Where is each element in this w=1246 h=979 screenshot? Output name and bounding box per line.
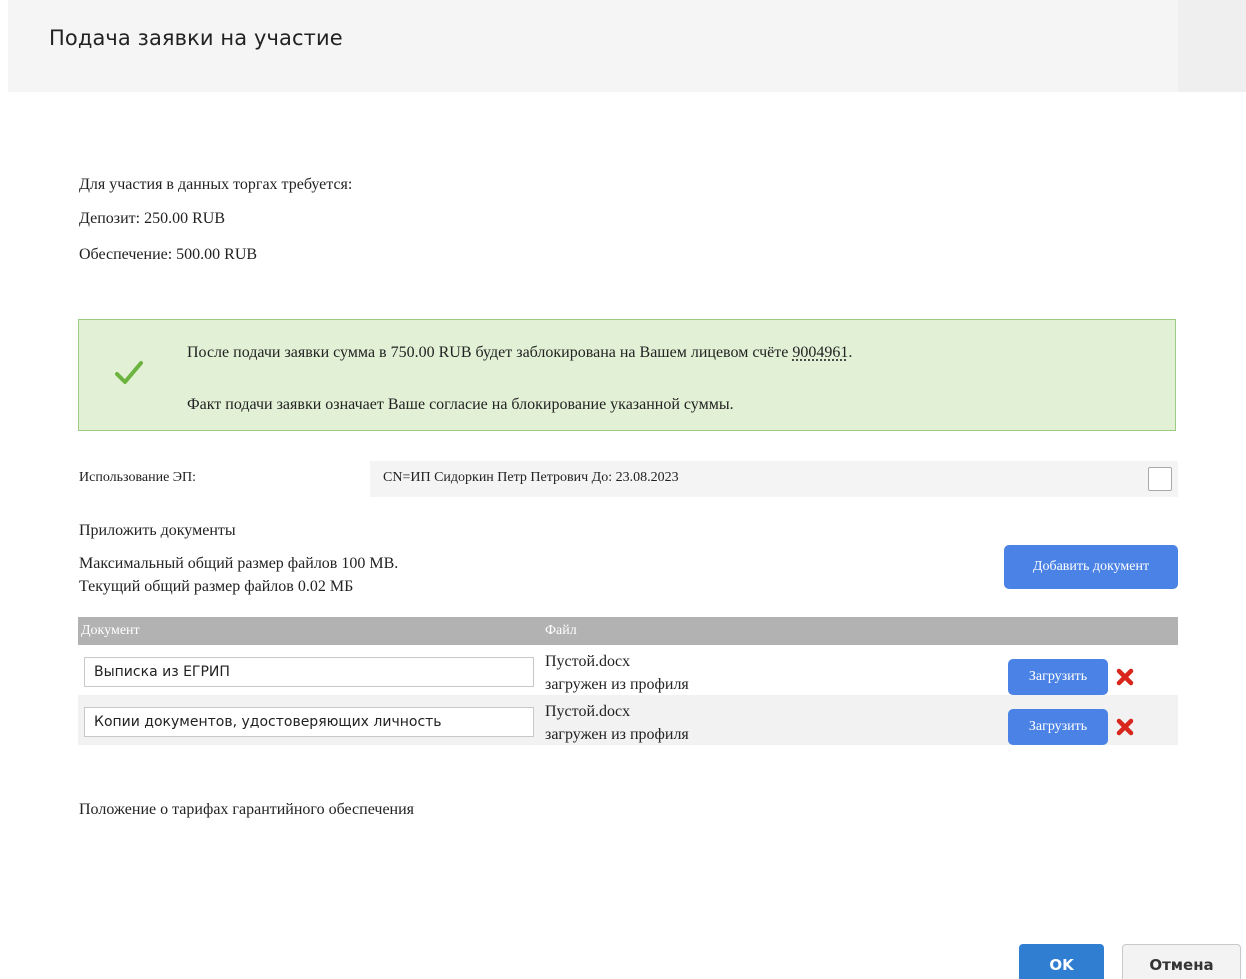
deposit-amount: Депозит: 250.00 RUB [79, 210, 225, 227]
table-row: Копии документов, удостоверяющих личност… [78, 695, 1178, 745]
signature-checkbox[interactable] [1148, 467, 1172, 491]
cancel-button[interactable]: Отмена [1122, 944, 1241, 979]
max-files-size: Максимальный общий размер файлов 100 MB. [79, 555, 399, 572]
document-name-field[interactable]: Выписка из ЕГРИП [84, 657, 534, 687]
current-files-size: Текущий общий размер файлов 0.02 МБ [79, 578, 354, 595]
signature-label: Использование ЭП: [79, 470, 197, 485]
dialog-header: Подача заявки на участие [8, 0, 1246, 92]
signature-value: CN=ИП Сидоркин Петр Петрович До: 23.08.2… [383, 470, 679, 485]
upload-button[interactable]: Загрузить [1008, 659, 1108, 695]
dialog-title: Подача заявки на участие [49, 26, 343, 50]
table-header: Документ Файл [78, 617, 1178, 645]
notice-line-2: Факт подачи заявки означает Ваше согласи… [187, 396, 734, 413]
column-header-document: Документ [81, 623, 140, 638]
header-side-panel [1178, 0, 1246, 92]
ok-button[interactable]: OK [1019, 944, 1104, 979]
file-source: загружен из профиля [545, 726, 689, 743]
delete-icon[interactable] [1115, 717, 1135, 737]
block-notice: После подачи заявки сумма в 750.00 RUB б… [78, 319, 1176, 431]
requirements-intro: Для участия в данных торгах требуется: [79, 176, 353, 193]
account-number-link[interactable]: 9004961 [792, 344, 848, 361]
notice-line-1-suffix: . [848, 344, 853, 361]
upload-button[interactable]: Загрузить [1008, 709, 1108, 745]
tariffs-link[interactable]: Положение о тарифах гарантийного обеспеч… [79, 801, 414, 819]
delete-icon[interactable] [1115, 667, 1135, 687]
add-document-button[interactable]: Добавить документ [1004, 545, 1178, 589]
security-amount: Обеспечение: 500.00 RUB [79, 246, 258, 263]
notice-line-1-prefix: После подачи заявки сумма в 750.00 RUB б… [187, 344, 793, 361]
table-row: Выписка из ЕГРИП Пустой.docx загружен из… [78, 645, 1178, 695]
documents-heading: Приложить документы [79, 522, 236, 539]
file-name: Пустой.docx [545, 653, 631, 670]
documents-table: Документ Файл Выписка из ЕГРИП Пустой.do… [78, 617, 1178, 745]
file-source: загружен из профиля [545, 676, 689, 693]
notice-line-1: После подачи заявки сумма в 750.00 RUB б… [187, 344, 852, 362]
signature-select[interactable]: CN=ИП Сидоркин Петр Петрович До: 23.08.2… [370, 461, 1178, 497]
document-name-field[interactable]: Копии документов, удостоверяющих личност… [84, 707, 534, 737]
file-name: Пустой.docx [545, 703, 631, 720]
checkmark-icon [115, 361, 143, 384]
column-header-file: Файл [545, 623, 577, 638]
